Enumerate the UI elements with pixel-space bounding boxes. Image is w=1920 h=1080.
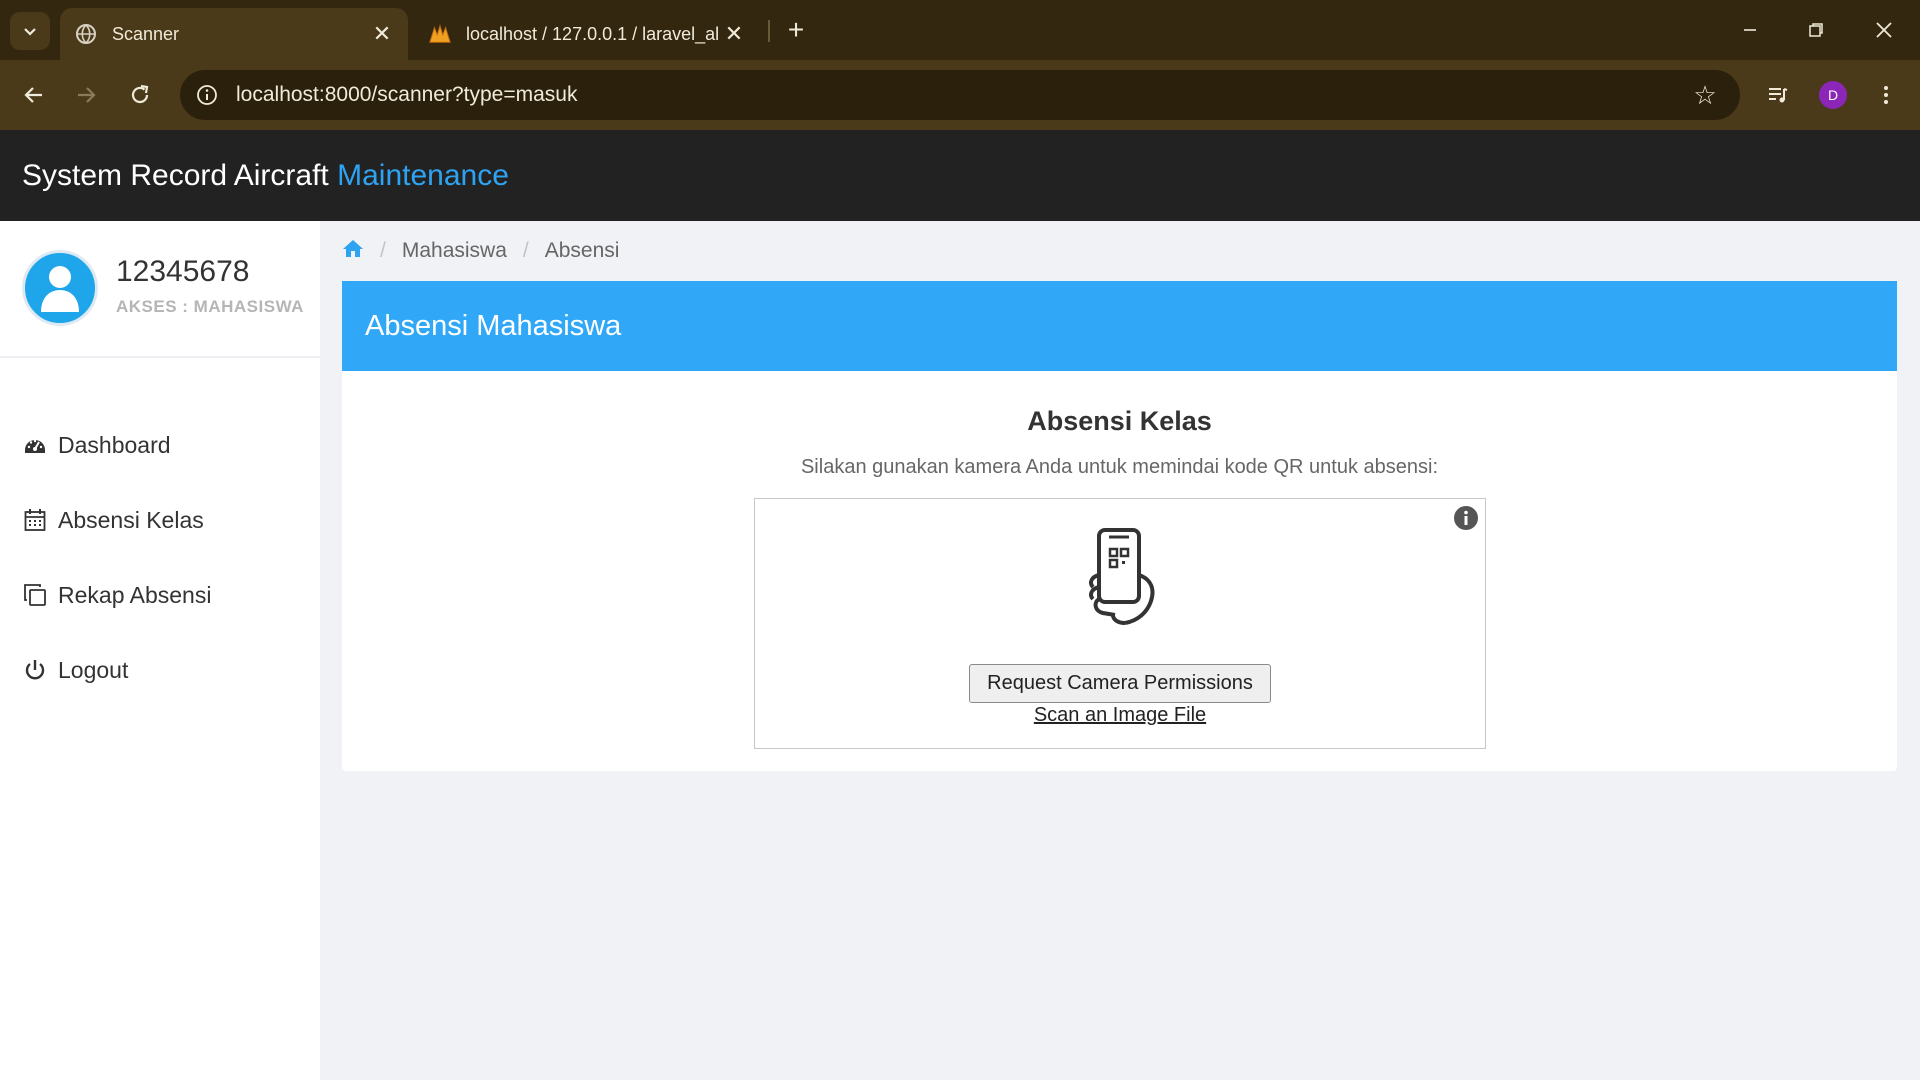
request-camera-permissions-button[interactable]: Request Camera Permissions [969, 664, 1271, 703]
qr-scanner-region: Request Camera Permissions Scan an Image… [754, 498, 1486, 749]
section-description: Silakan gunakan kamera Anda untuk memind… [800, 456, 1439, 478]
address-bar[interactable]: localhost:8000/scanner?type=masuk ☆ [180, 70, 1740, 120]
reload-button[interactable] [120, 75, 160, 115]
sidebar-item-logout[interactable]: Logout [22, 650, 128, 690]
browser-menu-button[interactable] [1866, 75, 1906, 115]
sidebar-item-rekap-absensi[interactable]: Rekap Absensi [22, 575, 211, 615]
minimize-icon [1744, 29, 1756, 31]
globe-icon [74, 22, 98, 46]
browser-tab-strip: Scanner ✕ localhost / 127.0.0.1 / larave… [0, 0, 1920, 60]
breadcrumb-item-mahasiswa[interactable]: Mahasiswa [402, 239, 507, 263]
browser-toolbar: localhost:8000/scanner?type=masuk ☆ D [0, 60, 1920, 130]
sidebar: 12345678 AKSES : MAHASISWA Dashboard Abs… [0, 221, 320, 1080]
tab-title: Scanner [112, 23, 180, 44]
user-id: 12345678 [116, 255, 250, 288]
scan-image-file-link[interactable]: Scan an Image File [755, 704, 1485, 727]
sidebar-item-dashboard[interactable]: Dashboard [22, 425, 171, 465]
minimize-button[interactable] [1720, 10, 1780, 50]
card-title: Absensi Mahasiswa [365, 309, 622, 342]
media-controls-icon[interactable] [1758, 75, 1798, 115]
back-button[interactable] [14, 75, 54, 115]
arrow-right-icon [78, 87, 96, 103]
arrow-left-icon [24, 87, 42, 103]
kebab-menu-icon [1884, 86, 1888, 104]
breadcrumb-item-absensi: Absensi [544, 239, 620, 262]
app-brand[interactable]: System Record Aircraft Maintenance [22, 159, 509, 193]
sidebar-item-label: Logout [58, 656, 129, 683]
sidebar-item-absensi-kelas[interactable]: Absensi Kelas [22, 500, 204, 540]
sidebar-item-label: Dashboard [58, 431, 171, 458]
tab-search-button[interactable] [10, 12, 50, 50]
restore-icon [1809, 23, 1823, 37]
card-header: Absensi Mahasiswa [342, 281, 1897, 371]
close-tab-icon[interactable]: ✕ [722, 21, 746, 46]
bookmark-star-icon[interactable]: ☆ [1690, 80, 1720, 110]
forward-button[interactable] [66, 75, 106, 115]
brand-main: System Record Aircraft [22, 158, 329, 192]
calendar-icon [22, 507, 48, 533]
restore-button[interactable] [1786, 10, 1846, 50]
tab-divider [768, 20, 770, 42]
attendance-card: Absensi Mahasiswa Absensi Kelas Silakan … [342, 281, 1897, 771]
breadcrumb-separator: / [522, 239, 529, 262]
tab-title: localhost / 127.0.0.1 / laravel_al [466, 23, 720, 44]
dashboard-icon [22, 432, 48, 458]
url-text[interactable]: localhost:8000/scanner?type=masuk [236, 83, 577, 107]
new-tab-button[interactable]: + [780, 14, 812, 46]
phpmyadmin-icon [428, 22, 452, 46]
tab-scanner[interactable]: Scanner ✕ [60, 8, 408, 60]
user-panel: 12345678 AKSES : MAHASISWA [0, 221, 320, 358]
reload-icon [131, 84, 149, 104]
chevron-down-icon [24, 28, 36, 36]
breadcrumb-separator: / [380, 239, 386, 262]
avatar [22, 250, 98, 326]
brand-accent: Maintenance [337, 158, 509, 192]
power-icon [22, 657, 48, 683]
copy-icon [22, 582, 48, 608]
user-icon [41, 266, 79, 312]
breadcrumb: / Mahasiswa / Absensi [342, 236, 619, 266]
home-icon[interactable] [342, 238, 364, 264]
section-title: Absensi Kelas [1027, 406, 1212, 436]
info-icon[interactable] [1453, 505, 1479, 531]
tab-phpmyadmin[interactable]: localhost / 127.0.0.1 / laravel_al ✕ [414, 8, 760, 60]
site-info-icon[interactable] [192, 80, 222, 110]
sidebar-item-label: Rekap Absensi [58, 581, 212, 608]
user-role: AKSES : MAHASISWA [116, 297, 304, 316]
profile-button[interactable]: D [1813, 75, 1853, 115]
close-icon [1876, 22, 1892, 38]
profile-avatar: D [1819, 81, 1847, 109]
close-tab-icon[interactable]: ✕ [370, 21, 394, 46]
app-header: System Record Aircraft Maintenance [0, 130, 1920, 221]
phone-qr-scan-icon [1089, 528, 1155, 625]
close-window-button[interactable] [1854, 10, 1914, 50]
sidebar-item-label: Absensi Kelas [58, 506, 204, 533]
